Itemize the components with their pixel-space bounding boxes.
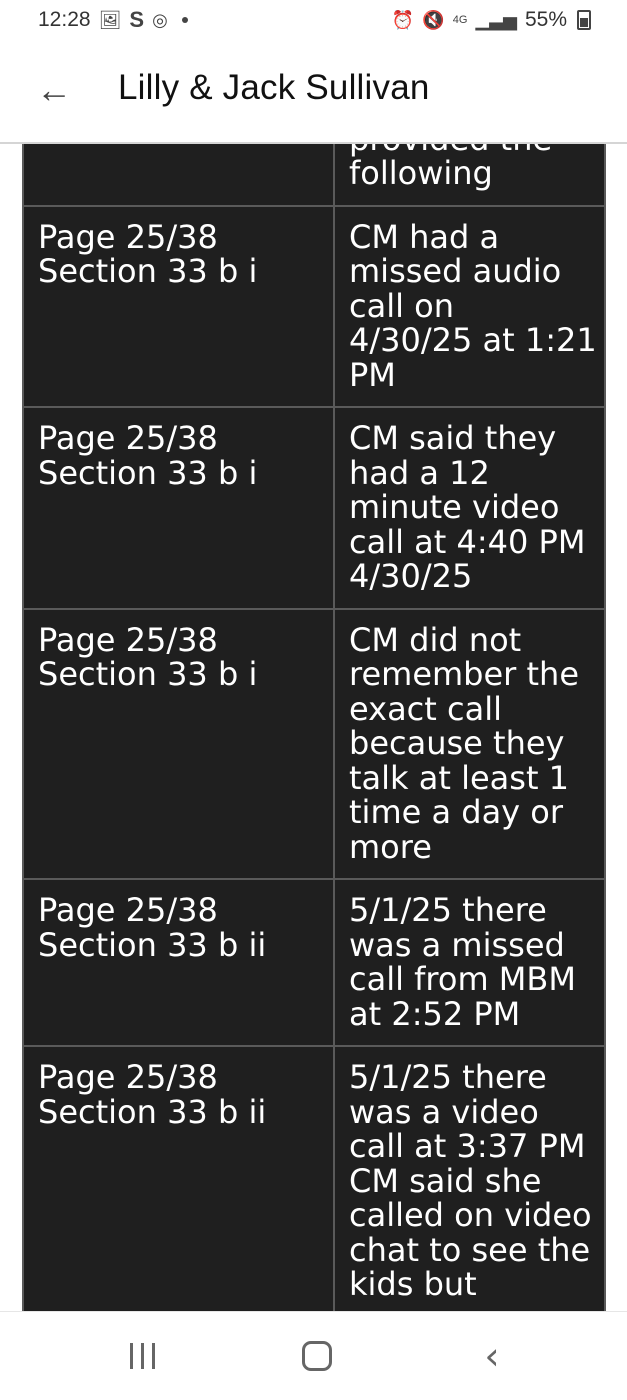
reference-cell <box>24 144 335 205</box>
cell-text-line: Section 33 b i <box>38 453 258 492</box>
4g-icon: 4G <box>452 14 468 26</box>
app-bar: ← Lilly & Jack Sullivan <box>0 40 627 144</box>
table-row: Page 25/38 Section 33 b ii 5/1/25 there was… <box>22 880 606 1047</box>
gallery-icon: 🖼 <box>98 10 122 30</box>
recents-icon[interactable] <box>112 1334 172 1378</box>
cell-text-line: Page 25/38 <box>38 1058 218 1096</box>
note-cell: CM said they had a 12 minute video call at … <box>335 408 604 608</box>
cell-text-line: Section 33 b ii <box>38 925 267 964</box>
home-icon[interactable] <box>287 1334 347 1378</box>
note-cell: 5/1/25 there was a video call at 3:37 PM CM… <box>335 1047 604 1311</box>
reference-cell: Page 25/38 Section 33 b i <box>24 408 335 608</box>
table-row: Page 25/38 Section 33 b i CM said they had … <box>22 408 606 610</box>
reference-cell: Page 25/38 Section 33 b ii <box>24 880 335 1045</box>
cell-text-line: more <box>349 827 432 866</box>
note-cell: CM had a missed audio call on 4/30/25 at 1:… <box>335 207 604 407</box>
cell-text-line: 4/30/25 <box>349 557 473 595</box>
cell-text-line: call on <box>349 286 455 325</box>
cell-text-line: Section 33 b i <box>38 655 258 693</box>
battery-icon <box>577 10 591 30</box>
cell-text-line: CM said they <box>349 419 557 457</box>
cell-text-line: Page 25/38 <box>38 620 218 659</box>
navigation-bar: ‹ <box>0 1311 627 1400</box>
cell-text-line: kids but <box>349 1265 477 1303</box>
cell-text-line: chat to see the <box>349 1230 591 1269</box>
table-row: history &provided thefollowing <box>22 144 606 207</box>
cell-text-line: talk at least 1 <box>349 758 570 797</box>
table-row: Page 25/38 Section 33 b i CM had a missed a… <box>22 206 606 408</box>
table-row: Page 25/38 Section 33 b ii 5/1/25 there was… <box>22 1047 606 1311</box>
cell-text-line: had a 12 <box>349 453 490 492</box>
battery-percent: 55% <box>524 8 567 31</box>
status-bar: 12:28 🖼 S ◎ ⏰ 🔇 4G ▁▃▅ 55% <box>0 0 627 40</box>
reference-cell: Page 25/38 Section 33 b ii <box>24 1047 335 1311</box>
cell-text-line: was a missed <box>349 925 565 964</box>
status-left: 12:28 🖼 S ◎ <box>38 8 188 32</box>
cell-text-line: time a day or <box>349 793 564 831</box>
cell-text-line: call at 3:37 PM <box>349 1127 586 1165</box>
cell-text-line: CM did not <box>349 620 522 659</box>
cell-text-line: Page 25/38 <box>38 891 218 929</box>
cell-text-line: exact call <box>349 689 502 728</box>
cell-text-line: call at 4:40 PM <box>349 522 586 561</box>
message-content[interactable]: history &provided thefollowingPage 25/38… <box>0 144 627 1311</box>
arrow-left-icon[interactable]: ← <box>30 66 78 114</box>
cell-text-line: CM said she <box>349 1161 542 1200</box>
reference-cell: Page 25/38 Section 33 b i <box>24 609 335 878</box>
back-chevron-icon[interactable]: ‹ <box>462 1334 522 1378</box>
table-row: Page 25/38 Section 33 b i CM did not rememb… <box>22 609 606 880</box>
s-app-icon: S <box>129 7 145 32</box>
cell-text-line: was a video <box>349 1092 539 1131</box>
cell-text-line: minute video <box>349 488 560 526</box>
status-time: 12:28 <box>38 8 91 31</box>
cell-text-line: PM <box>349 355 396 394</box>
cell-text-line: Section 33 b ii <box>38 1092 267 1131</box>
notification-dot <box>181 17 188 23</box>
cell-text-line: remember the <box>349 655 580 693</box>
page-title: Lilly & Jack Sullivan <box>118 68 430 107</box>
alarm-icon: ⏰ <box>391 10 415 30</box>
cell-text-line: following <box>349 154 493 192</box>
reference-cell: Page 25/38 Section 33 b i <box>24 206 335 406</box>
cell-text-line: because they <box>349 724 565 762</box>
cell-text-line: called on video <box>349 1196 592 1234</box>
cell-text-line: Page 25/38 <box>38 217 218 256</box>
data-table: history &provided thefollowingPage 25/38… <box>22 144 606 1311</box>
cell-text-line: Page 25/38 <box>38 419 218 457</box>
screen: 12:28 🖼 S ◎ ⏰ 🔇 4G ▁▃▅ 55% ← Lilly & Jac… <box>0 0 627 1400</box>
cell-text-line: CM had a <box>349 217 500 256</box>
cell-text-line: at 2:52 PM <box>349 994 521 1033</box>
signal-icon: ▁▃▅ <box>475 10 517 30</box>
cell-text-line: Section 33 b i <box>38 252 258 290</box>
instagram-icon: ◎ <box>152 10 168 30</box>
cell-text-line: missed audio <box>349 252 562 290</box>
note-cell: CM did not remember the exact call because … <box>335 610 604 879</box>
note-cell: 5/1/25 there was a missed call from MBM at … <box>335 880 604 1045</box>
mute-icon: 🔇 <box>422 10 445 30</box>
cell-text-line: 5/1/25 there <box>349 891 547 929</box>
cell-text-line: 5/1/25 there <box>349 1058 547 1096</box>
note-cell: history &provided thefollowing <box>335 144 604 205</box>
cell-text-line: 4/30/25 at 1:21 <box>349 321 597 359</box>
cell-text-line: call from MBM <box>349 960 576 998</box>
status-right: ⏰ 🔇 4G ▁▃▅ 55% <box>392 8 591 32</box>
